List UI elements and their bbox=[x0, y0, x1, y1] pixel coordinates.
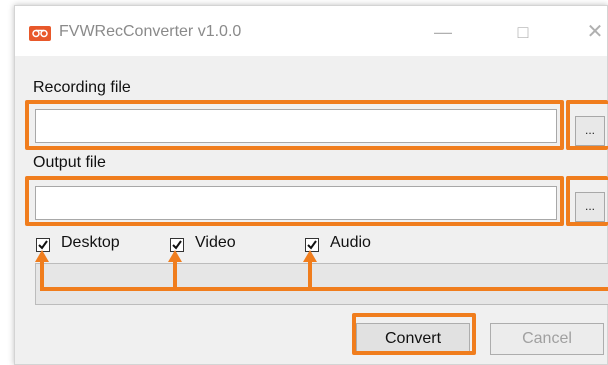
arrow-head-audio bbox=[303, 250, 317, 262]
arrow-head-video bbox=[168, 250, 182, 262]
arrow-head-desktop bbox=[35, 250, 49, 262]
arrow-heads bbox=[35, 250, 317, 262]
